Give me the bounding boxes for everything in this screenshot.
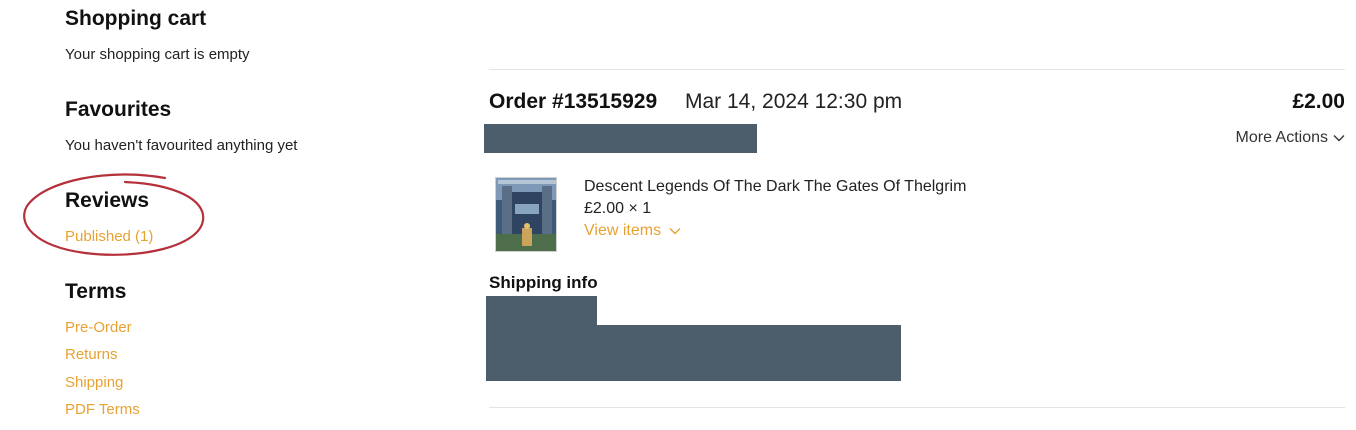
redacted-block xyxy=(484,124,757,153)
account-page: Shopping cart Your shopping cart is empt… xyxy=(0,0,1356,430)
shipping-info-heading: Shipping info xyxy=(489,273,598,292)
terms-link-pdf[interactable]: PDF Terms xyxy=(65,401,140,418)
cart-empty-message: Your shopping cart is empty xyxy=(65,46,250,63)
reviews-heading: Reviews xyxy=(65,189,150,212)
product-thumbnail[interactable] xyxy=(495,177,557,252)
favourites-empty-message: You haven't favourited anything yet xyxy=(65,137,298,154)
cart-heading: Shopping cart xyxy=(65,7,207,30)
order-top-divider xyxy=(489,69,1345,70)
order-total: £2.00 xyxy=(1292,90,1345,113)
product-price-quantity: £2.00 × 1 xyxy=(584,200,652,217)
terms-link-preorder[interactable]: Pre-Order xyxy=(65,319,132,336)
chevron-down-icon xyxy=(1333,135,1345,142)
terms-heading: Terms xyxy=(65,280,127,303)
more-actions-dropdown[interactable]: More Actions xyxy=(1236,129,1345,147)
order-number: Order #13515929 xyxy=(489,90,658,113)
favourites-heading: Favourites xyxy=(65,98,172,121)
chevron-down-icon xyxy=(669,228,681,235)
annotation-circle xyxy=(23,173,205,256)
more-actions-label: More Actions xyxy=(1235,129,1328,146)
product-image xyxy=(496,178,556,251)
redacted-shipping-address xyxy=(486,325,901,381)
view-items-label: View items xyxy=(584,222,662,239)
view-items-toggle[interactable]: View items xyxy=(584,222,681,240)
redacted-shipping-name xyxy=(486,296,597,326)
terms-link-returns[interactable]: Returns xyxy=(65,346,118,363)
product-title[interactable]: Descent Legends Of The Dark The Gates Of… xyxy=(584,178,966,196)
order-bottom-divider xyxy=(489,407,1345,408)
terms-link-shipping[interactable]: Shipping xyxy=(65,374,123,391)
reviews-published-link[interactable]: Published (1) xyxy=(65,228,153,245)
order-date: Mar 14, 2024 12:30 pm xyxy=(685,90,903,113)
